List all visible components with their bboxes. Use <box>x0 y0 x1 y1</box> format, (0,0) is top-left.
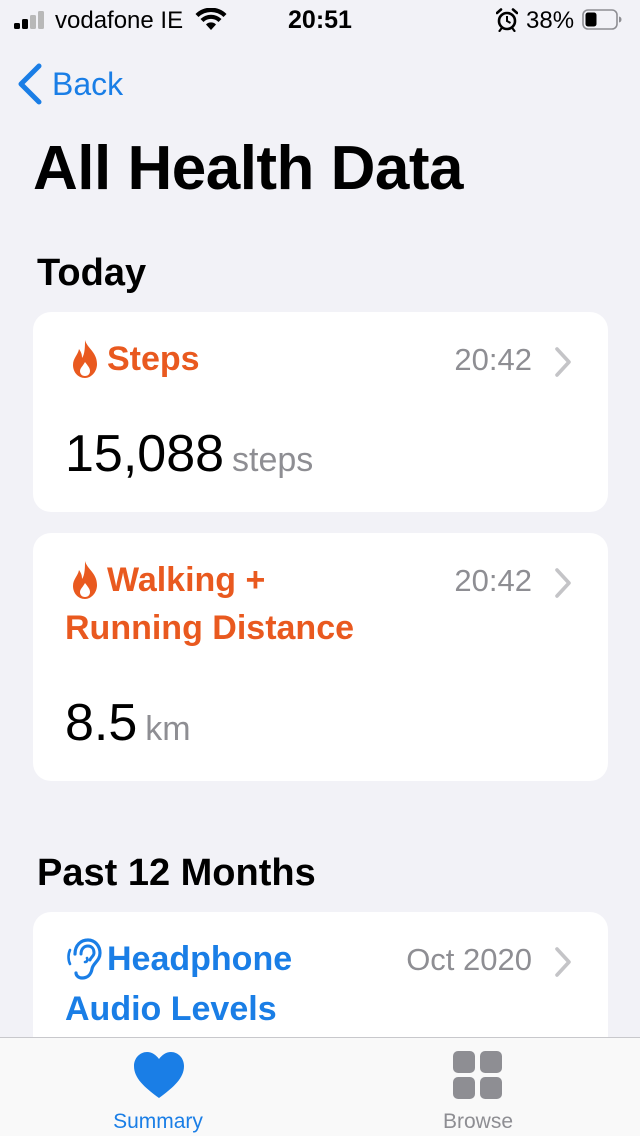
card-timestamp: 20:42 <box>454 563 532 598</box>
chevron-left-icon <box>18 63 42 105</box>
card-title-line-2: Running Distance <box>65 609 355 647</box>
tab-bar: Summary Browse <box>0 1037 640 1136</box>
card-title-line-1: Walking + <box>107 561 266 599</box>
tab-label: Summary <box>113 1110 203 1133</box>
chevron-right-icon <box>555 947 571 977</box>
page-title: All Health Data <box>33 134 464 203</box>
card-title: Steps <box>107 340 200 378</box>
heart-icon <box>134 1052 184 1098</box>
section-title-past-12-months: Past 12 Months <box>37 852 316 894</box>
card-value: 8.5 km <box>65 693 191 753</box>
walking-running-distance-card[interactable]: Walking + Running Distance 20:42 8.5 km <box>33 533 608 781</box>
card-header: Headphone <box>65 936 292 982</box>
back-button-label: Back <box>52 65 124 102</box>
card-header: Walking + <box>65 557 265 603</box>
tab-browse[interactable]: Browse <box>378 1038 578 1136</box>
value-unit: km <box>145 710 191 748</box>
card-timestamp: Oct 2020 <box>406 942 532 977</box>
ear-icon <box>67 938 102 980</box>
card-header: Steps <box>65 336 200 382</box>
status-bar: vodafone IE 20:51 38% <box>0 0 640 40</box>
value-unit: steps <box>232 441 314 479</box>
card-title-line-2: Audio Levels <box>65 990 277 1028</box>
value-number: 8.5 <box>65 694 138 752</box>
grid-icon <box>453 1051 502 1099</box>
battery-icon <box>582 9 622 30</box>
flame-icon <box>73 561 97 599</box>
tab-summary[interactable]: Summary <box>58 1038 258 1136</box>
flame-icon <box>73 340 97 378</box>
chevron-right-icon <box>555 568 571 598</box>
tab-label: Browse <box>442 1110 514 1133</box>
section-title-today: Today <box>37 252 147 294</box>
alarm-icon <box>496 8 518 32</box>
screen: vodafone IE 20:51 38% Back All Health Da… <box>0 0 640 1136</box>
battery-percentage: 38% <box>526 7 575 34</box>
card-timestamp: 20:42 <box>454 342 532 377</box>
steps-card[interactable]: Steps 20:42 15,088 steps <box>33 312 608 512</box>
value-number: 15,088 <box>65 425 225 483</box>
back-button[interactable]: Back <box>16 62 123 106</box>
card-value: 15,088 steps <box>65 424 313 484</box>
chevron-right-icon <box>555 347 571 377</box>
card-title-line-1: Headphone <box>107 940 293 978</box>
